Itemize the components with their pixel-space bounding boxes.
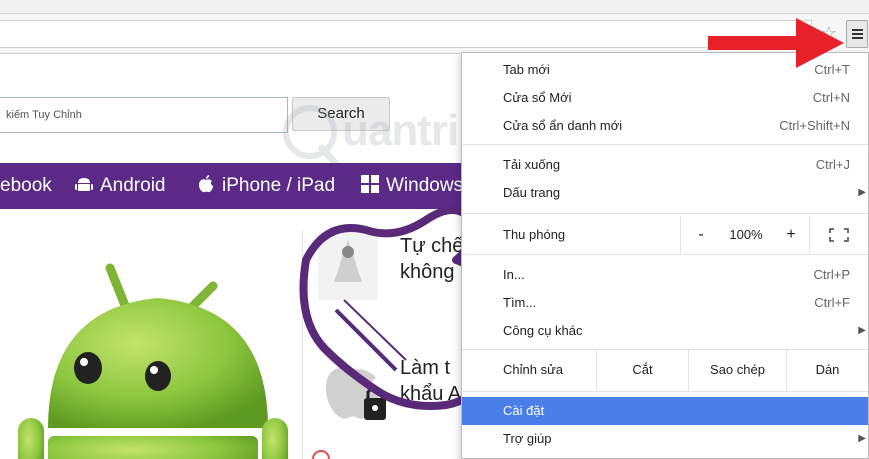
nav-item-label: iPhone / iPad	[222, 175, 336, 196]
menu-item-new-incognito-window[interactable]: Cửa sổ ẩn danh mới Ctrl+Shift+N	[462, 112, 868, 140]
chrome-menu-button[interactable]	[846, 20, 868, 48]
zoom-out-button[interactable]: -	[681, 216, 721, 254]
menu-item-shortcut: Ctrl+F	[814, 295, 850, 310]
zoom-controls: - 100% +	[680, 216, 810, 254]
menu-separator	[462, 213, 868, 214]
android-icon	[75, 177, 93, 191]
android-mascot-image	[18, 263, 288, 459]
menu-item-print[interactable]: In... Ctrl+P	[462, 261, 868, 289]
menu-separator	[462, 391, 868, 392]
submenu-arrow-icon: ▶	[858, 325, 866, 336]
menu-item-downloads[interactable]: Tải xuống Ctrl+J	[462, 151, 868, 179]
submenu-arrow-icon: ▶	[858, 433, 866, 444]
menu-edit-row: Chỉnh sửa Cắt Sao chép Dán	[462, 349, 868, 391]
tab-strip	[0, 0, 869, 14]
nav-item-label: ebook	[0, 175, 52, 196]
badge-icon	[312, 450, 330, 459]
nav-item-label: Windows	[386, 175, 464, 196]
menu-item-label: Công cụ khác	[503, 323, 583, 338]
menu-item-shortcut: Ctrl+J	[815, 157, 850, 172]
submenu-arrow-icon: ▶	[858, 187, 866, 198]
zoom-in-button[interactable]: +	[771, 216, 811, 254]
search-input[interactable]: kiếm Tuy Chỉnh	[0, 97, 288, 133]
menu-item-label: In...	[503, 267, 525, 282]
menu-item-more-tools[interactable]: Công cụ khác ▶	[462, 317, 868, 345]
red-arrow-icon	[708, 18, 844, 68]
edit-label: Chỉnh sửa	[503, 362, 564, 377]
cut-button[interactable]: Cắt	[596, 349, 688, 391]
menu-item-shortcut: Ctrl+N	[812, 90, 850, 105]
menu-item-settings[interactable]: Cài đặt	[462, 397, 868, 425]
menu-item-find[interactable]: Tìm... Ctrl+F	[462, 289, 868, 317]
address-bar[interactable]	[0, 20, 812, 48]
menu-item-label: Cửa sổ ẩn danh mới	[503, 118, 623, 133]
fullscreen-icon[interactable]	[810, 216, 868, 254]
menu-item-label: Trợ giúp	[503, 431, 552, 446]
menu-item-label: Tìm...	[503, 295, 537, 310]
menu-item-label: Tab mới	[503, 62, 550, 77]
menu-item-help[interactable]: Trợ giúp ▶	[462, 425, 868, 453]
menu-item-label: Cửa sổ Mới	[503, 90, 572, 105]
nav-item-label: Android	[100, 175, 166, 196]
zoom-label: Thu phóng	[503, 227, 566, 242]
chrome-menu: Tab mới Ctrl+T Cửa sổ Mới Ctrl+N Cửa sổ …	[461, 52, 869, 459]
menu-item-shortcut: Ctrl+Shift+N	[779, 118, 850, 133]
menu-item-label: Dấu trang	[503, 185, 561, 200]
menu-separator	[462, 144, 868, 145]
menu-item-label: Cài đặt	[503, 403, 545, 418]
apple-icon	[199, 174, 213, 193]
copy-button[interactable]: Sao chép	[688, 349, 786, 391]
paste-button[interactable]: Dán	[786, 349, 868, 391]
nav-item-facebook[interactable]: ebook	[0, 163, 52, 209]
menu-item-shortcut: Ctrl+P	[813, 267, 850, 282]
zoom-level: 100%	[729, 227, 763, 242]
windows-icon	[361, 174, 379, 193]
menu-item-bookmarks[interactable]: Dấu trang ▶	[462, 179, 868, 207]
menu-separator	[462, 254, 868, 255]
menu-zoom-row: Thu phóng - 100% +	[462, 216, 868, 254]
menu-item-new-window[interactable]: Cửa sổ Mới Ctrl+N	[462, 84, 868, 112]
menu-item-label: Tải xuống	[503, 157, 561, 172]
nav-item-android[interactable]: Android	[74, 163, 166, 209]
